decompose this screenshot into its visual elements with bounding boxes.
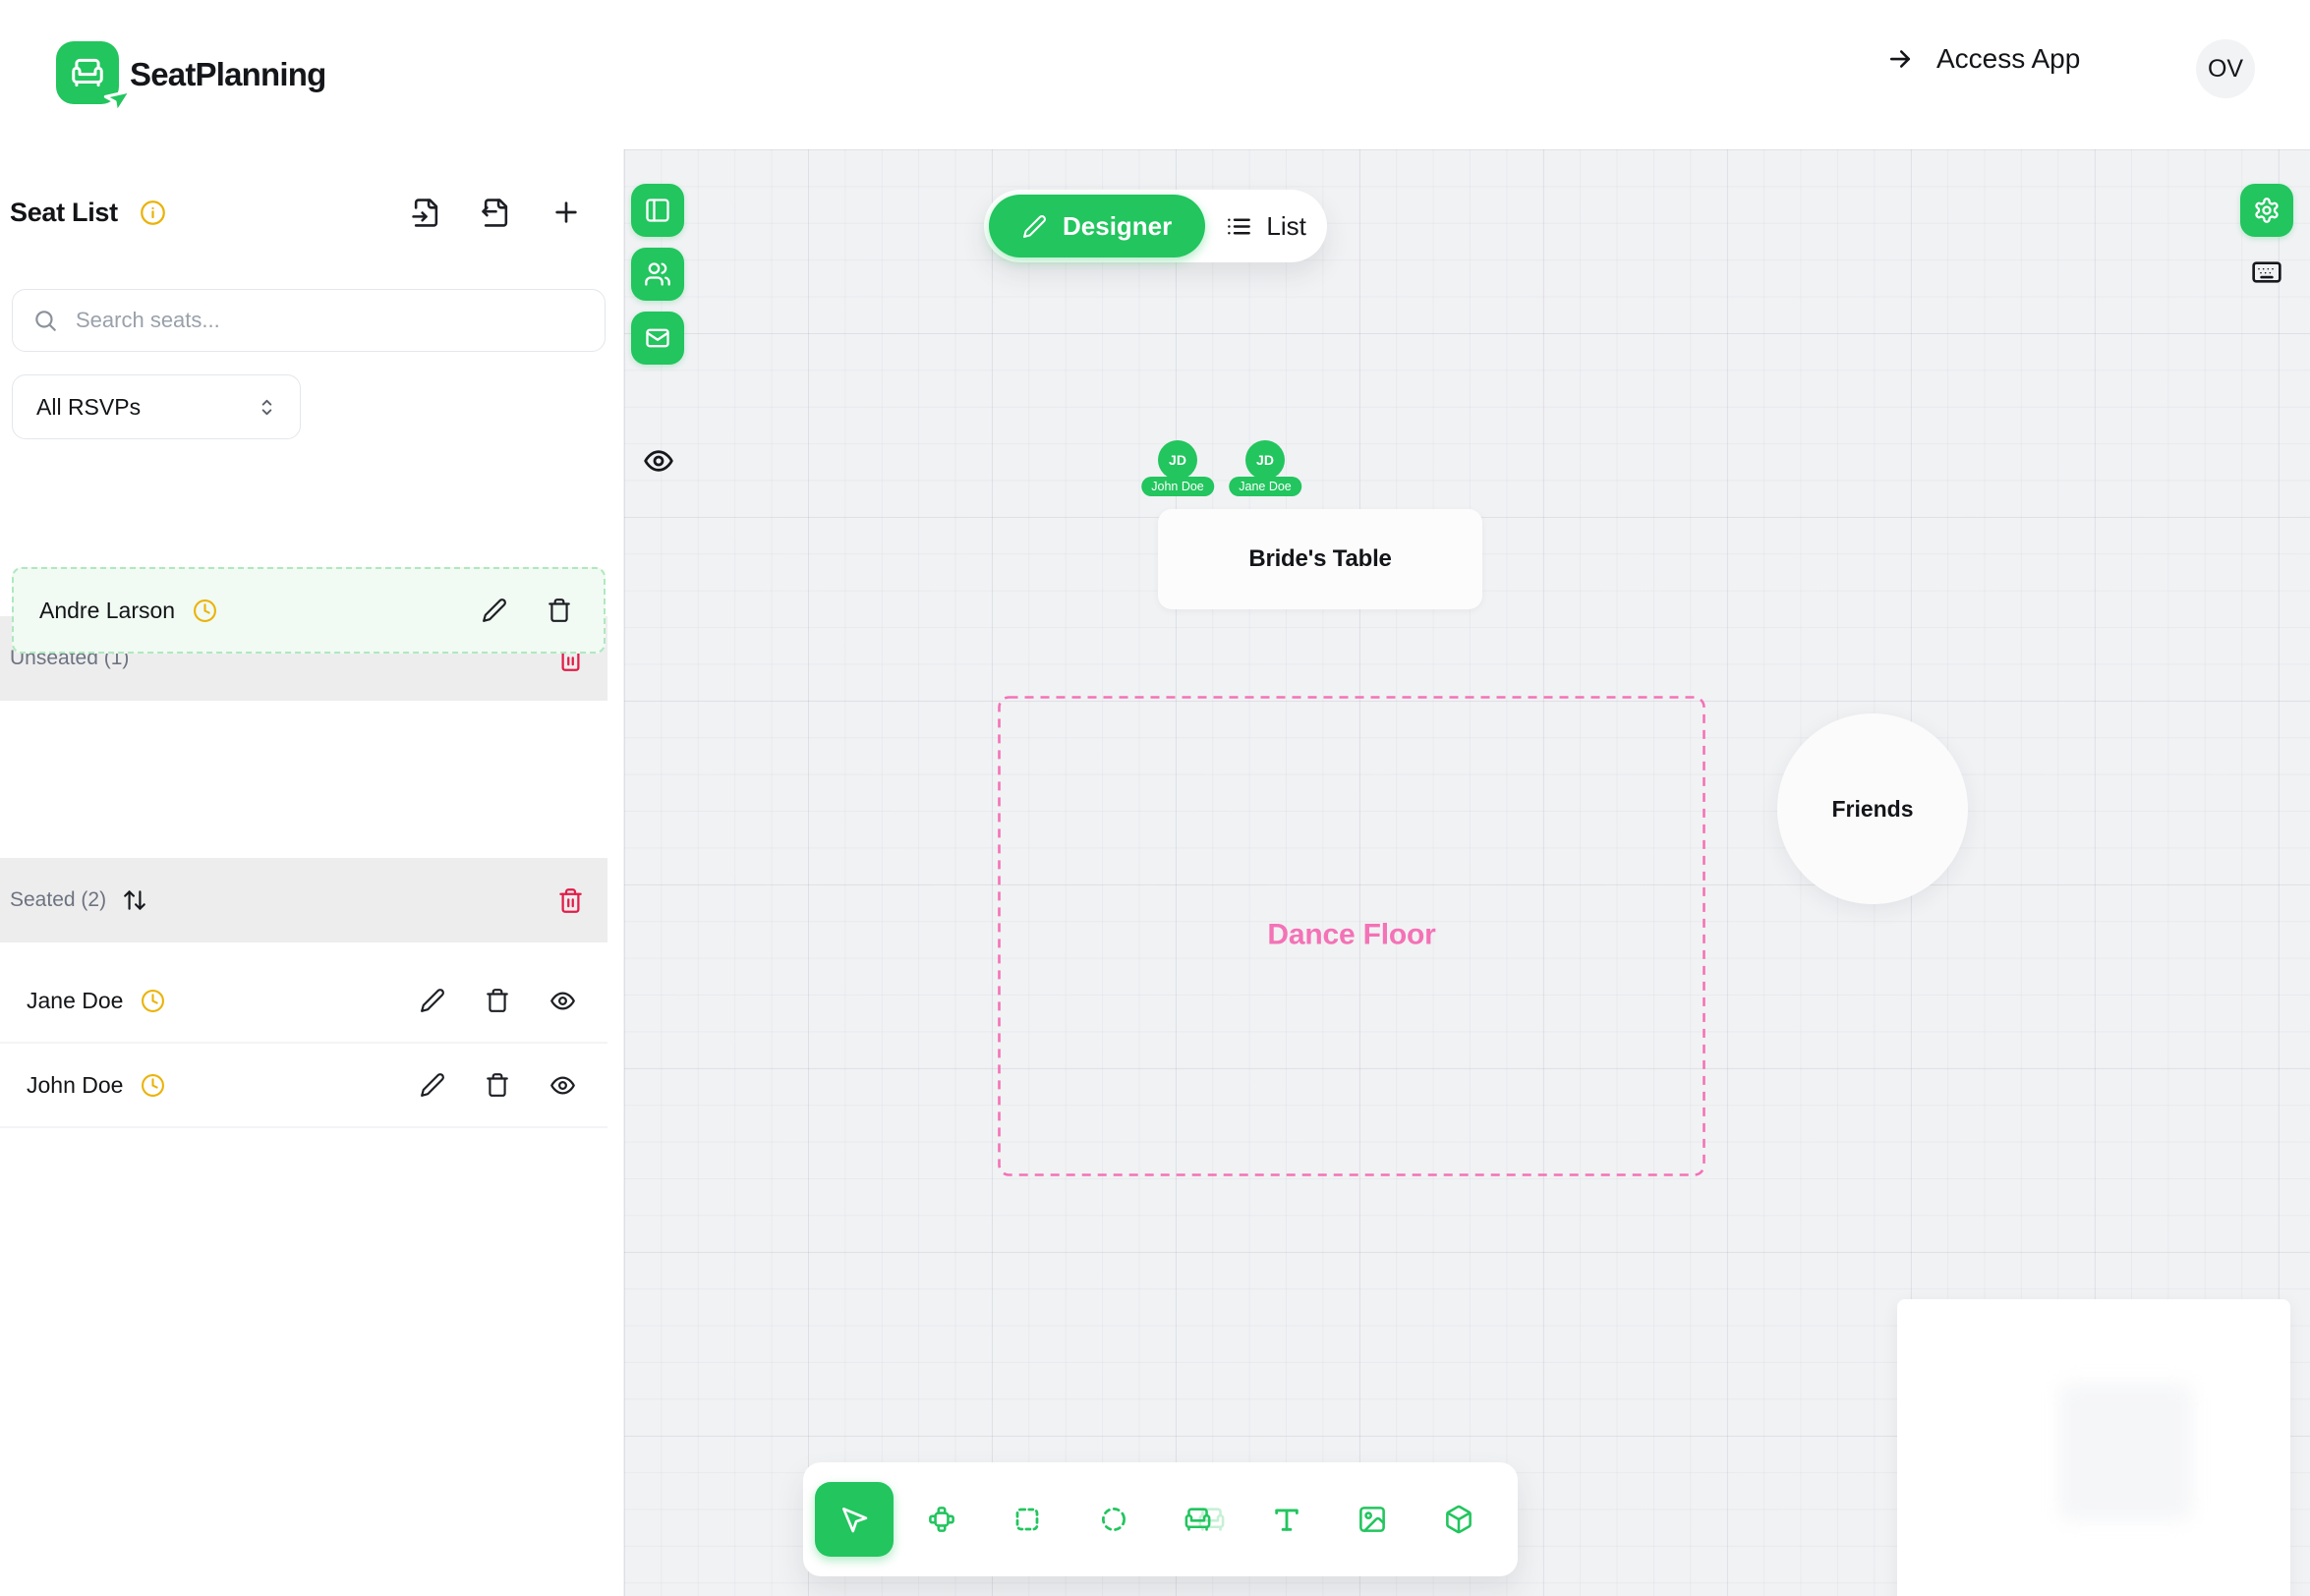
toggle-sidebar-button[interactable] <box>631 184 684 237</box>
edit-seat-button[interactable] <box>420 1072 445 1098</box>
clock-icon <box>141 989 165 1013</box>
seat-tool-button[interactable] <box>1183 1505 1228 1535</box>
visibility-toggle-button[interactable] <box>643 445 674 477</box>
tab-designer[interactable]: Designer <box>989 195 1205 257</box>
search-icon <box>32 308 58 333</box>
settings-button[interactable] <box>2240 184 2293 237</box>
seat-name: John Doe <box>27 1072 123 1099</box>
preview-panel <box>1897 1299 2290 1596</box>
top-header: SeatPlanning Access App OV <box>0 0 2310 149</box>
search-input[interactable] <box>76 308 585 333</box>
clock-icon <box>193 598 217 623</box>
section-label: Seated (2) <box>10 888 106 912</box>
list-icon <box>1226 213 1252 240</box>
seat-item-jane-doe[interactable]: Jane Doe <box>0 959 607 1044</box>
seat-avatar: JD <box>1158 440 1197 480</box>
export-seats-button[interactable] <box>481 198 511 228</box>
image-icon <box>1357 1505 1388 1535</box>
seat-name: Jane Doe <box>27 988 123 1014</box>
circle-zone-tool-button[interactable] <box>1099 1505 1128 1534</box>
designer-label: Designer <box>1063 211 1172 242</box>
friends-table-label: Friends <box>1831 796 1913 823</box>
delete-seat-button[interactable] <box>485 1072 510 1098</box>
tab-list[interactable]: List <box>1205 190 1327 262</box>
app-logo <box>56 41 119 104</box>
delete-seat-button[interactable] <box>547 598 572 623</box>
invites-button[interactable] <box>631 312 684 365</box>
select-tool-button[interactable] <box>815 1482 894 1557</box>
table-tool-button[interactable] <box>927 1505 957 1535</box>
locate-seat-eye-button[interactable] <box>549 988 576 1014</box>
seat-item-andre-larson[interactable]: Andre Larson <box>12 567 606 654</box>
gear-icon <box>2253 197 2281 224</box>
seat-name: Andre Larson <box>39 598 175 624</box>
chevrons-up-down-icon <box>256 396 278 419</box>
guests-button[interactable] <box>631 248 684 301</box>
seat-avatar: JD <box>1245 440 1285 480</box>
seat-list-sidebar: Seat List All RSVPs <box>0 149 624 1596</box>
pencil-icon <box>1022 214 1047 239</box>
keyboard-shortcuts-button[interactable] <box>2249 256 2284 288</box>
dance-floor-object[interactable]: Dance Floor <box>998 696 1705 1176</box>
users-icon <box>644 260 671 288</box>
floor-plan-canvas[interactable]: Designer List JD John Doe JD Jane Doe Br… <box>624 149 2310 1596</box>
dashed-rect-icon <box>1012 1505 1042 1534</box>
eye-icon <box>643 445 674 477</box>
info-icon[interactable] <box>140 200 166 226</box>
edit-seat-button[interactable] <box>420 988 445 1013</box>
section-header-seated: Seated (2) <box>0 858 607 942</box>
delete-seated-button[interactable] <box>557 887 584 914</box>
seat-item-john-doe[interactable]: John Doe <box>0 1044 607 1128</box>
sort-seated-button[interactable] <box>122 887 147 913</box>
text-icon <box>1272 1505 1302 1535</box>
brides-table-object[interactable]: Bride's Table <box>1158 509 1482 609</box>
friends-table-object[interactable]: Friends <box>1777 713 1968 904</box>
text-tool-button[interactable] <box>1272 1505 1302 1535</box>
delete-seat-button[interactable] <box>485 988 510 1013</box>
access-app-label: Access App <box>1936 43 2080 75</box>
rect-zone-tool-button[interactable] <box>1012 1505 1042 1534</box>
keyboard-icon <box>2249 256 2284 288</box>
arrow-right-icon <box>1885 44 1915 74</box>
panel-left-icon <box>644 197 671 224</box>
armchair-icon <box>1183 1505 1213 1535</box>
left-rail <box>631 184 684 365</box>
rsvp-filter-select[interactable]: All RSVPs <box>12 374 301 439</box>
list-label: List <box>1266 211 1305 242</box>
dance-floor-label: Dance Floor <box>998 918 1705 951</box>
user-avatar[interactable]: OV <box>2196 39 2255 98</box>
seat-name-tag: John Doe <box>1141 477 1214 496</box>
table-label: Bride's Table <box>1248 545 1391 573</box>
object-3d-tool-button[interactable] <box>1444 1505 1474 1535</box>
locate-seat-eye-button[interactable] <box>549 1072 576 1099</box>
design-tool-palette <box>803 1462 1518 1576</box>
edit-seat-button[interactable] <box>482 598 507 623</box>
seat-list-title: Seat List <box>10 198 118 228</box>
table-seats-icon <box>927 1505 957 1535</box>
seatplanning-app: SeatPlanning Access App OV Seat List <box>0 0 2310 1596</box>
import-seats-button[interactable] <box>411 198 441 228</box>
image-tool-button[interactable] <box>1357 1505 1388 1535</box>
seat-list-header: Seat List <box>0 185 607 240</box>
access-app-link[interactable]: Access App <box>1885 43 2080 75</box>
mouse-pointer-icon <box>838 1504 870 1535</box>
clock-icon <box>141 1073 165 1098</box>
dashed-ellipse-icon <box>1099 1505 1128 1534</box>
add-seat-button[interactable] <box>550 197 582 228</box>
view-mode-toggle: Designer List <box>984 190 1327 262</box>
cube-icon <box>1444 1505 1474 1535</box>
rsvp-filter-value: All RSVPs <box>36 394 141 421</box>
seat-search <box>12 289 606 352</box>
seat-name-tag: Jane Doe <box>1229 477 1301 496</box>
mail-icon <box>644 324 671 352</box>
preview-ghost <box>2059 1383 2192 1520</box>
app-title: SeatPlanning <box>130 56 325 93</box>
